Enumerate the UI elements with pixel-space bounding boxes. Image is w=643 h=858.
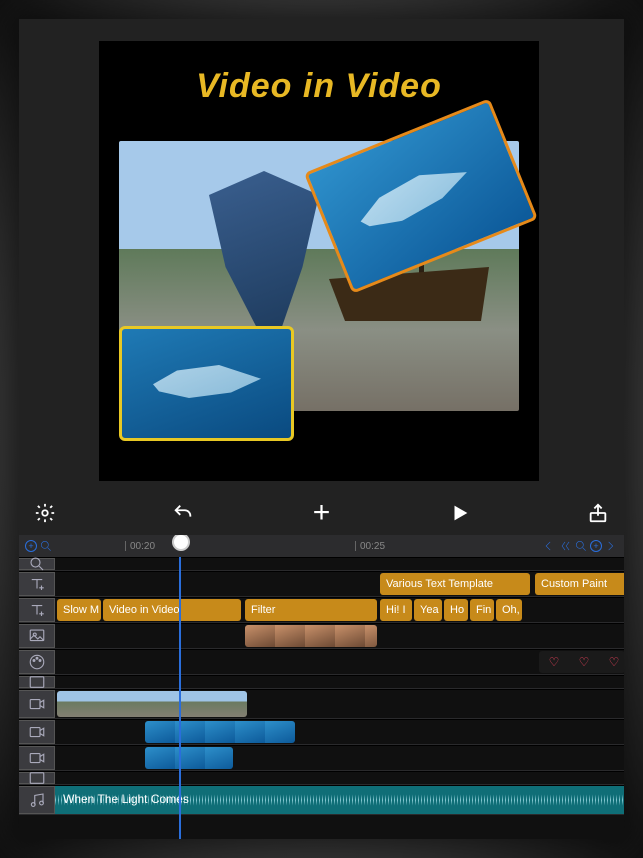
track-audio[interactable]: When The Light Comes <box>19 785 624 815</box>
track-head-image[interactable] <box>19 624 55 648</box>
share-button[interactable] <box>586 501 610 525</box>
clip-thumbnail <box>235 721 265 743</box>
track-head-text[interactable] <box>19 598 55 622</box>
track-text-2[interactable]: Slow MVideo in VideoFilterHi! IYeaHoFinO… <box>19 597 624 623</box>
clip-thumbnail <box>57 691 87 717</box>
track-row-empty[interactable] <box>19 675 624 689</box>
clip-thumbnail <box>245 625 275 647</box>
video-icon <box>28 749 46 767</box>
play-button[interactable] <box>448 501 472 525</box>
clip-thumbnail <box>205 721 235 743</box>
zoom-in-icon[interactable]: + <box>25 540 37 552</box>
timeline-clip-thumbs[interactable] <box>57 691 247 717</box>
timeline-clip[interactable]: Fin <box>470 599 494 621</box>
track-head-paint[interactable] <box>19 650 55 674</box>
track-image-1[interactable] <box>19 623 624 649</box>
video-icon <box>28 723 46 741</box>
clip-thumbnail: ♡ <box>539 651 569 673</box>
track-head-audio[interactable] <box>19 786 55 814</box>
nudge-forward-icon[interactable] <box>604 539 618 553</box>
app-frame: Video in Video <box>19 19 624 839</box>
timeline-clip-thumbs[interactable] <box>145 747 233 769</box>
clip-thumbnail <box>87 691 117 717</box>
music-icon <box>28 791 46 809</box>
track-head-text[interactable] <box>19 572 55 596</box>
search-icon[interactable] <box>574 539 588 553</box>
clip-thumbnail <box>275 625 305 647</box>
playhead[interactable] <box>179 557 181 839</box>
undo-button[interactable] <box>171 501 195 525</box>
pip-overlay-2[interactable] <box>119 326 294 441</box>
search-icon[interactable] <box>39 539 53 553</box>
preview-title-overlay: Video in Video <box>99 67 539 106</box>
track-row-spacer <box>19 771 624 785</box>
timeline-clip[interactable]: Slow M <box>57 599 101 621</box>
play-icon <box>449 502 471 524</box>
ruler-controls-left[interactable]: + <box>25 535 53 557</box>
clip-thumbnail <box>117 691 147 717</box>
gear-icon <box>34 502 56 524</box>
clip-thumbnail <box>237 691 247 717</box>
timeline-clip[interactable]: Various Text Template <box>380 573 530 595</box>
clip-thumbnail <box>145 721 175 743</box>
track-head-empty[interactable] <box>19 676 55 688</box>
clip-thumbnail <box>205 747 233 769</box>
clip-thumbnail <box>305 625 335 647</box>
clip-thumbnail <box>177 691 207 717</box>
timeline-clip[interactable]: Ho <box>444 599 468 621</box>
track-text-1[interactable]: Various Text TemplateCustom Paint <box>19 571 624 597</box>
timeline-clip[interactable]: Hi! I <box>380 599 412 621</box>
clip-thumbnail: ♡ <box>569 651 599 673</box>
ruler-controls-right[interactable]: + <box>542 535 618 557</box>
timeline-clip[interactable]: Oh, <box>496 599 522 621</box>
video-preview[interactable]: Video in Video <box>99 41 539 481</box>
image-icon <box>28 627 46 645</box>
video-icon <box>28 695 46 713</box>
audio-clip-label: When The Light Comes <box>63 792 189 806</box>
track-sticker[interactable]: ♡♡♡ <box>19 649 624 675</box>
clip-thumbnail <box>207 691 237 717</box>
track-video-main[interactable] <box>19 689 624 719</box>
tracks-container: Various Text TemplateCustom Paint Slow M… <box>19 557 624 839</box>
timeline-clip-thumbs[interactable] <box>145 721 295 743</box>
clip-thumbnail <box>365 625 377 647</box>
track-head-video[interactable] <box>19 690 55 718</box>
track-head-video[interactable] <box>19 720 55 744</box>
plus-icon: + <box>313 496 331 530</box>
time-ruler[interactable]: 00:20 00:25 <box>55 535 624 557</box>
share-icon <box>587 502 609 524</box>
nudge-back-icon[interactable] <box>558 539 572 553</box>
settings-button[interactable] <box>33 501 57 525</box>
timeline-panel: + 00:20 00:25 + <box>19 535 624 839</box>
text-icon <box>28 601 46 619</box>
zoom-in-icon[interactable]: + <box>590 540 602 552</box>
undo-icon <box>172 502 194 524</box>
skip-back-icon[interactable] <box>542 539 556 553</box>
text-icon <box>28 575 46 593</box>
timeline-clip-thumbs[interactable]: ♡♡♡ <box>539 651 624 673</box>
track-head-spacer[interactable] <box>19 772 55 784</box>
clip-thumbnail: ♡ <box>599 651 624 673</box>
track-head-spacer[interactable] <box>19 558 55 570</box>
track-row-spacer <box>19 557 624 571</box>
timeline-clip[interactable]: Yea <box>414 599 442 621</box>
clip-thumbnail <box>335 625 365 647</box>
ruler-tick: 00:20 <box>125 535 155 557</box>
ruler-tick: 00:25 <box>355 535 385 557</box>
scene-whale <box>209 171 319 331</box>
main-toolbar: + <box>19 491 624 535</box>
track-video-pip-1[interactable] <box>19 719 624 745</box>
track-video-pip-2[interactable] <box>19 745 624 771</box>
clip-thumbnail <box>145 747 175 769</box>
timeline-clip[interactable]: Custom Paint <box>535 573 624 595</box>
clip-thumbnail <box>147 691 177 717</box>
timeline-clip[interactable]: Video in Video <box>103 599 241 621</box>
add-button[interactable]: + <box>310 501 334 525</box>
timeline-clip-thumbs[interactable] <box>245 625 377 647</box>
clip-thumbnail <box>265 721 295 743</box>
palette-icon <box>28 653 46 671</box>
track-head-video[interactable] <box>19 746 55 770</box>
timeline-clip[interactable]: Filter <box>245 599 377 621</box>
